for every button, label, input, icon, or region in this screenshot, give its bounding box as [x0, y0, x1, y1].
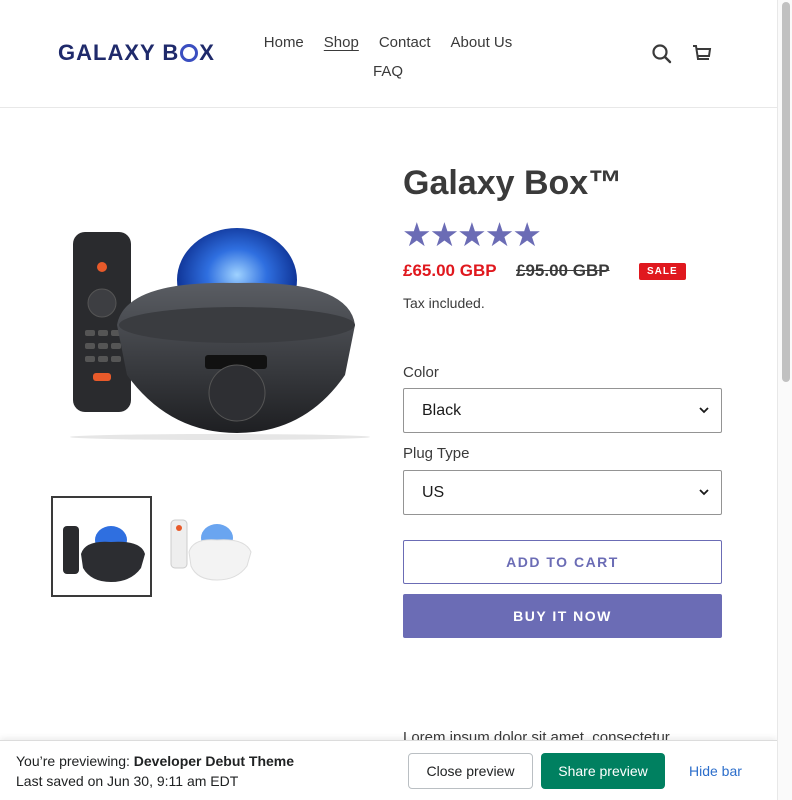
nav-shop[interactable]: Shop — [324, 34, 359, 51]
add-to-cart-button[interactable]: ADD TO CART — [403, 540, 722, 584]
sale-price: £65.00 GBP — [403, 261, 497, 280]
color-label: Color — [403, 364, 439, 381]
page: GALAXY B X Home Shop Contact About Us FAQ — [0, 0, 777, 800]
thumbnail-black[interactable] — [51, 496, 152, 597]
main-nav: Home Shop Contact About Us FAQ — [246, 28, 530, 86]
close-preview-button[interactable]: Close preview — [408, 753, 533, 789]
nav-about-us[interactable]: About Us — [451, 34, 513, 51]
nav-faq[interactable]: FAQ — [373, 63, 403, 80]
product-main-image[interactable] — [55, 165, 375, 440]
color-select-value: Black — [422, 402, 462, 419]
share-preview-button[interactable]: Share preview — [541, 753, 665, 789]
store-logo[interactable]: GALAXY B X — [58, 40, 215, 66]
cart-icon[interactable] — [690, 42, 714, 66]
sale-badge: SALE — [639, 263, 686, 280]
logo-text: GALAXY B — [58, 40, 180, 65]
plug-type-select[interactable]: US — [403, 470, 722, 515]
thumbnail-white[interactable] — [161, 496, 262, 597]
nav-home[interactable]: Home — [264, 34, 304, 51]
logo-ring-icon — [180, 44, 199, 62]
search-icon[interactable] — [650, 42, 674, 66]
preview-theme-name: Developer Debut Theme — [133, 753, 295, 769]
scrollbar-thumb[interactable] — [782, 2, 790, 382]
chevron-down-icon — [697, 485, 711, 499]
plug-type-label: Plug Type — [403, 445, 470, 462]
plug-type-select-value: US — [422, 484, 445, 501]
nav-contact[interactable]: Contact — [379, 34, 431, 51]
page-scrollbar[interactable] — [777, 0, 792, 800]
site-header: GALAXY B X Home Shop Contact About Us FAQ — [0, 0, 777, 108]
last-saved-text: Last saved on Jun 30, 9:11 am EDT — [16, 773, 239, 789]
logo-text-end: X — [199, 40, 215, 65]
buy-it-now-button[interactable]: BUY IT NOW — [403, 594, 722, 638]
color-select[interactable]: Black — [403, 388, 722, 433]
chevron-down-icon — [697, 403, 711, 417]
theme-preview-bar: You’re previewing: Developer Debut Theme… — [0, 740, 777, 800]
product-title: Galaxy Box™ — [403, 164, 623, 202]
preview-theme-text: You’re previewing: Developer Debut Theme — [16, 753, 294, 769]
preview-prefix: You’re previewing: — [16, 753, 134, 769]
tax-note: Tax included. — [403, 295, 485, 311]
rating-stars[interactable]: ★★★★★ — [402, 215, 542, 254]
hide-bar-link[interactable]: Hide bar — [689, 763, 742, 779]
compare-at-price: £95.00 GBP — [516, 261, 610, 280]
